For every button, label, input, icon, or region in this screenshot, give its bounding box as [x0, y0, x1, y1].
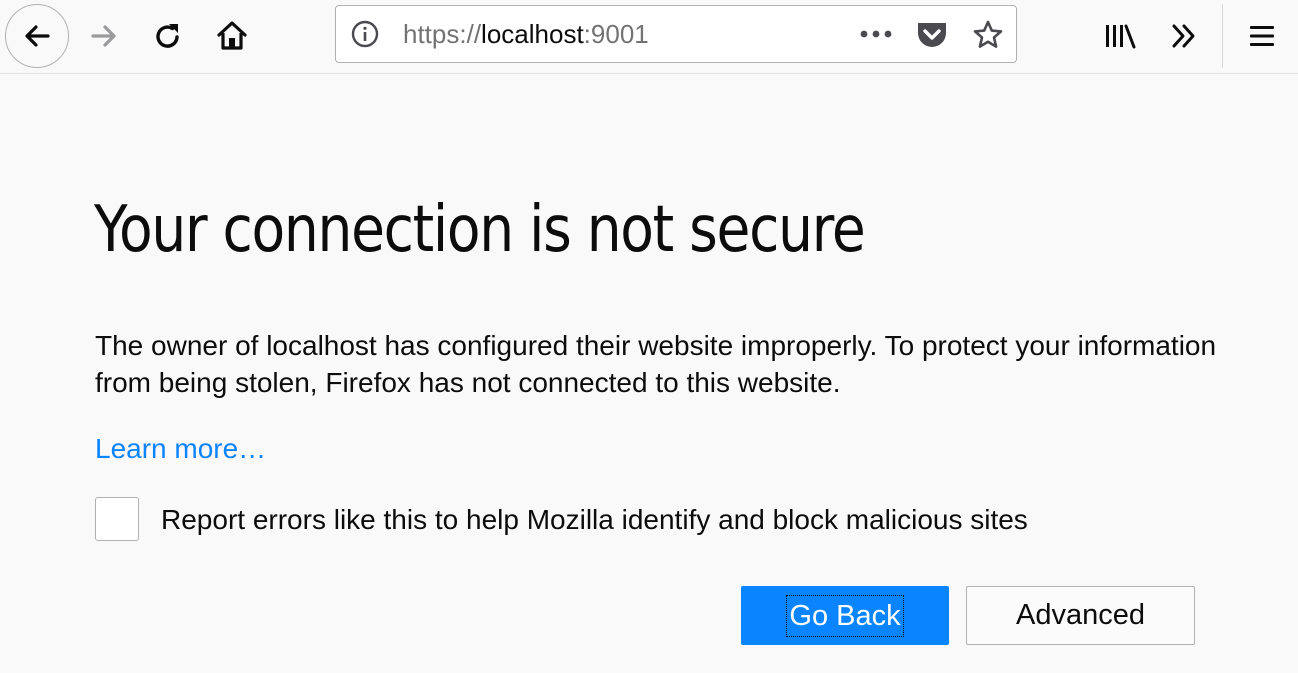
library-button[interactable]	[1096, 12, 1144, 60]
report-errors-label[interactable]: Report errors like this to help Mozilla …	[161, 501, 1028, 538]
reload-button[interactable]	[144, 12, 192, 60]
library-icon	[1106, 24, 1136, 49]
url-text[interactable]: https://localhost:9001	[403, 19, 649, 49]
pocket-button[interactable]	[914, 18, 950, 52]
site-info-button[interactable]	[350, 19, 380, 49]
back-arrow-icon	[25, 25, 50, 47]
url-port: :9001	[583, 19, 649, 49]
double-chevron-icon	[1172, 24, 1195, 48]
error-description: The owner of localhost has configured th…	[95, 330, 1217, 398]
more-dots-icon	[860, 30, 892, 38]
reload-icon	[156, 24, 179, 48]
main-menu-button[interactable]	[1238, 12, 1286, 60]
forward-arrow-icon	[91, 25, 116, 47]
go-back-button[interactable]: Go Back	[741, 586, 949, 645]
browser-toolbar: https://localhost:9001	[0, 0, 1298, 74]
go-back-label: Go Back	[786, 594, 904, 637]
home-icon	[217, 21, 247, 50]
pocket-icon	[918, 23, 946, 47]
overflow-menu-button[interactable]	[1160, 12, 1208, 60]
learn-more-link[interactable]: Learn more…	[95, 430, 266, 467]
forward-button[interactable]	[80, 12, 128, 60]
star-icon	[973, 20, 1003, 48]
advanced-button[interactable]: Advanced	[966, 586, 1195, 645]
url-scheme: https://	[403, 19, 482, 49]
page-title: Your connection is not secure	[94, 193, 866, 267]
info-icon	[351, 20, 379, 48]
page-actions-button[interactable]	[856, 19, 896, 49]
hamburger-menu-icon	[1250, 26, 1274, 46]
home-button[interactable]	[208, 12, 256, 60]
url-bar[interactable]: https://localhost:9001	[335, 5, 1017, 63]
bookmark-star-button[interactable]	[970, 18, 1006, 52]
url-host: localhost	[481, 19, 584, 49]
report-errors-checkbox[interactable]	[95, 497, 139, 541]
toolbar-separator	[1222, 4, 1223, 68]
back-button[interactable]	[5, 4, 69, 68]
